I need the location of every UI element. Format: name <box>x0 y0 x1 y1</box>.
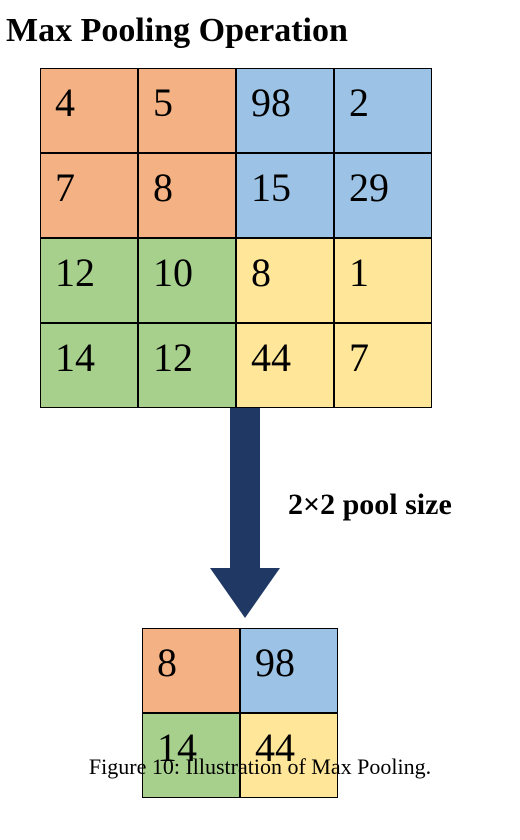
input-cell: 29 <box>334 153 432 238</box>
input-cell: 7 <box>40 153 138 238</box>
input-cell: 7 <box>334 323 432 408</box>
input-grid: 4 5 98 2 7 8 15 29 12 10 8 1 14 12 44 7 <box>40 68 432 408</box>
input-cell: 98 <box>236 68 334 153</box>
input-cell: 15 <box>236 153 334 238</box>
output-cell: 8 <box>142 628 240 713</box>
figure-caption: Figure 10: Illustration of Max Pooling. <box>0 754 520 780</box>
input-cell: 1 <box>334 238 432 323</box>
arrow-row: 2×2 pool size <box>40 408 450 628</box>
input-cell: 44 <box>236 323 334 408</box>
input-cell: 14 <box>40 323 138 408</box>
input-cell: 12 <box>40 238 138 323</box>
input-cell: 12 <box>138 323 236 408</box>
output-cell: 98 <box>240 628 338 713</box>
arrow-down-icon <box>210 408 280 628</box>
input-cell: 4 <box>40 68 138 153</box>
figure: Max Pooling Operation 4 5 98 2 7 8 15 29… <box>0 0 520 798</box>
input-cell: 10 <box>138 238 236 323</box>
figure-body: 4 5 98 2 7 8 15 29 12 10 8 1 14 12 44 7 … <box>40 68 450 798</box>
input-cell: 8 <box>138 153 236 238</box>
figure-title: Max Pooling Operation <box>6 12 520 50</box>
input-cell: 8 <box>236 238 334 323</box>
input-cell: 5 <box>138 68 236 153</box>
pool-size-label: 2×2 pool size <box>288 488 452 522</box>
input-cell: 2 <box>334 68 432 153</box>
